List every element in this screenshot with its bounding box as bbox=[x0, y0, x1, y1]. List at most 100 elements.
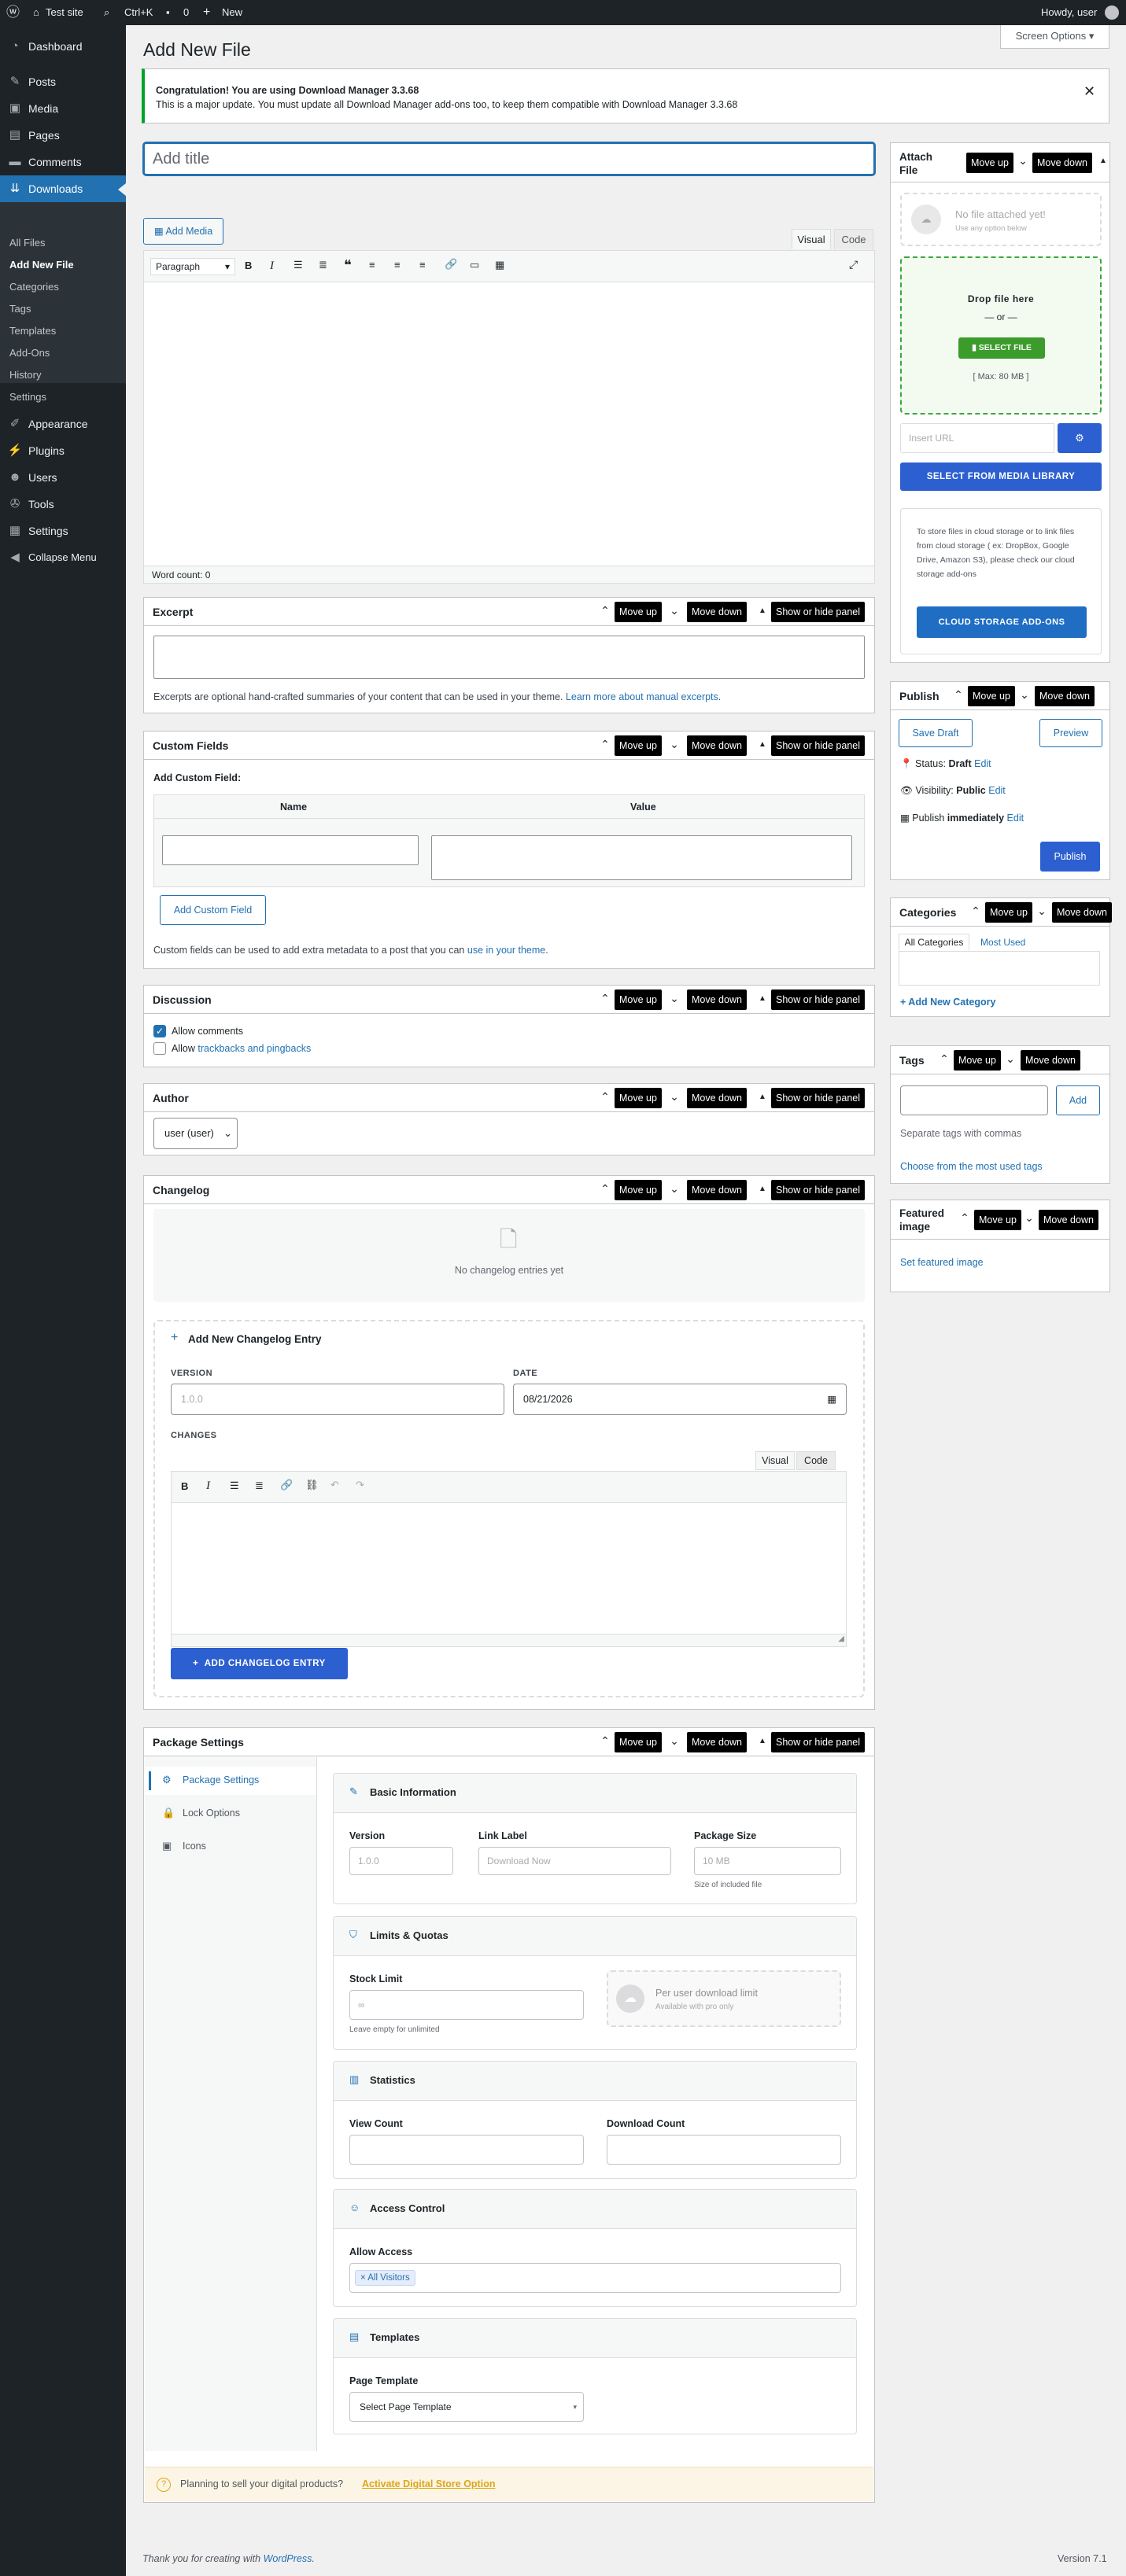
menu-settings[interactable]: ▦ Settings bbox=[0, 518, 126, 544]
edit-visibility-link[interactable]: Edit bbox=[988, 785, 1006, 796]
new-tag-input[interactable] bbox=[900, 1085, 1048, 1115]
allow-trackbacks-checkbox[interactable] bbox=[153, 1042, 166, 1055]
menu-tools[interactable]: ✇ Tools bbox=[0, 491, 126, 518]
chevron-up-icon[interactable]: ⌃ bbox=[958, 1211, 971, 1225]
calendar-icon[interactable]: ▦ bbox=[827, 1384, 836, 1414]
avatar[interactable] bbox=[1105, 6, 1119, 20]
submenu-categories[interactable]: Categories bbox=[9, 278, 59, 297]
access-tag[interactable]: × All Visitors bbox=[355, 2270, 415, 2286]
link-icon[interactable]: 🔗 bbox=[445, 258, 457, 271]
tab-most-used[interactable]: Most Used bbox=[980, 937, 1025, 948]
chevron-up-icon[interactable]: ⌃ bbox=[599, 1182, 611, 1196]
chevron-down-icon[interactable]: ⌄ bbox=[668, 1090, 681, 1104]
excerpt-textarea[interactable] bbox=[153, 636, 865, 679]
move-up-button[interactable]: Move up bbox=[954, 1050, 1001, 1071]
move-down-button[interactable]: Move down bbox=[1052, 902, 1112, 923]
package-version-input[interactable]: 1.0.0 bbox=[349, 1847, 453, 1875]
menu-comments[interactable]: ▬ Comments bbox=[0, 149, 126, 175]
nav-item-icons[interactable]: ▣ Icons bbox=[145, 1833, 316, 1861]
move-up-button[interactable]: Move up bbox=[985, 902, 1032, 923]
move-up-button[interactable]: Move up bbox=[615, 1732, 662, 1752]
custom-field-name-input[interactable] bbox=[162, 835, 419, 865]
chevron-down-icon[interactable]: ⌄ bbox=[668, 992, 681, 1005]
download-count-input[interactable] bbox=[607, 2135, 841, 2165]
caret-up-icon[interactable]: ▲ bbox=[1097, 157, 1109, 165]
toggle-panel-button[interactable]: Show or hide panel bbox=[771, 735, 866, 756]
format-select[interactable]: Paragraph ▾ bbox=[150, 258, 235, 275]
chevron-down-icon[interactable]: ⌄ bbox=[1023, 1211, 1036, 1225]
nav-item-package-settings[interactable]: ⚙ Package Settings bbox=[145, 1767, 316, 1795]
move-down-button[interactable]: Move down bbox=[687, 735, 747, 756]
changelog-date-input[interactable]: 08/21/2026 ▦ bbox=[513, 1384, 847, 1415]
bold-icon[interactable]: B bbox=[245, 260, 252, 271]
command-palette-shortcut[interactable]: Ctrl+K bbox=[124, 0, 153, 25]
comments-count[interactable]: 0 bbox=[183, 0, 189, 25]
bold-icon[interactable]: B bbox=[181, 1480, 188, 1492]
collapse-menu-button[interactable]: ◀ Collapse Menu bbox=[0, 544, 126, 571]
chevron-down-icon[interactable]: ⌄ bbox=[668, 738, 681, 751]
toggle-panel-button[interactable]: Show or hide panel bbox=[771, 1732, 866, 1752]
menu-dashboard[interactable]: ◔ Dashboard bbox=[0, 33, 126, 60]
howdy-user-link[interactable]: Howdy, user bbox=[1041, 0, 1097, 25]
close-icon[interactable]: × bbox=[360, 2273, 367, 2283]
move-up-button[interactable]: Move up bbox=[974, 1210, 1021, 1230]
choose-most-used-tags-link[interactable]: Choose from the most used tags bbox=[900, 1161, 1043, 1172]
tab-all-categories[interactable]: All Categories bbox=[899, 934, 969, 951]
menu-posts[interactable]: ✎ Posts bbox=[0, 68, 126, 95]
bulleted-list-icon[interactable]: ☰ bbox=[230, 1480, 239, 1492]
move-down-button[interactable]: Move down bbox=[1035, 686, 1095, 706]
move-down-button[interactable]: Move down bbox=[687, 1088, 747, 1108]
chevron-up-icon[interactable]: ⌃ bbox=[599, 1734, 611, 1748]
stock-limit-input[interactable]: ∞ bbox=[349, 1990, 584, 2020]
link-icon[interactable]: 🔗 bbox=[280, 1479, 293, 1491]
fullscreen-icon[interactable]: ⤢ bbox=[849, 258, 858, 271]
caret-up-icon[interactable]: ▲ bbox=[756, 606, 769, 615]
add-changelog-entry-button[interactable]: + ADD CHANGELOG ENTRY bbox=[171, 1648, 348, 1679]
custom-field-value-input[interactable] bbox=[431, 835, 852, 880]
submenu-all-files[interactable]: All Files bbox=[9, 234, 46, 252]
submenu-history[interactable]: History bbox=[9, 366, 41, 385]
wordpress-logo-icon[interactable]: ⓦ bbox=[6, 0, 20, 25]
edit-status-link[interactable]: Edit bbox=[974, 758, 991, 769]
add-tag-button[interactable]: Add bbox=[1056, 1085, 1100, 1115]
caret-up-icon[interactable]: ▲ bbox=[756, 740, 769, 749]
excerpt-link[interactable]: Learn more about manual excerpts bbox=[566, 691, 718, 702]
post-title-input[interactable]: Add title bbox=[143, 142, 875, 175]
chevron-down-icon[interactable]: ⌄ bbox=[1004, 1052, 1017, 1066]
allow-comments-checkbox[interactable]: ✓ bbox=[153, 1025, 166, 1037]
use-in-theme-link[interactable]: use in your theme bbox=[467, 945, 545, 956]
move-up-button[interactable]: Move up bbox=[615, 602, 662, 622]
chevron-up-icon[interactable]: ⌃ bbox=[969, 905, 982, 918]
preview-button[interactable]: Preview bbox=[1039, 719, 1102, 747]
changes-tab-code[interactable]: Code bbox=[796, 1451, 836, 1470]
move-up-button[interactable]: Move up bbox=[615, 1180, 662, 1200]
cloud-storage-addons-button[interactable]: CLOUD STORAGE ADD-ONS bbox=[917, 606, 1087, 638]
chevron-down-icon[interactable]: ⌄ bbox=[668, 1734, 681, 1748]
package-size-input[interactable]: 10 MB bbox=[694, 1847, 841, 1875]
publish-button[interactable]: Publish bbox=[1040, 842, 1100, 872]
caret-up-icon[interactable]: ▲ bbox=[756, 994, 769, 1003]
numbered-list-icon[interactable]: ≣ bbox=[255, 1480, 264, 1492]
submenu-tags[interactable]: Tags bbox=[9, 300, 31, 319]
redo-icon[interactable]: ↷ bbox=[356, 1479, 364, 1491]
caret-up-icon[interactable]: ▲ bbox=[756, 1093, 769, 1101]
wordpress-link[interactable]: WordPress bbox=[264, 2553, 312, 2564]
submenu-add-ons[interactable]: Add-Ons bbox=[9, 344, 50, 363]
caret-up-icon[interactable]: ▲ bbox=[756, 1185, 769, 1193]
set-featured-image-link[interactable]: Set featured image bbox=[900, 1257, 984, 1268]
menu-downloads[interactable]: ⇊ Downloads bbox=[0, 175, 126, 202]
changelog-version-input[interactable]: 1.0.0 bbox=[171, 1384, 504, 1415]
read-more-icon[interactable]: ▭ bbox=[470, 259, 479, 271]
add-new-category-link[interactable]: + Add New Category bbox=[900, 997, 995, 1008]
activate-store-link[interactable]: Activate Digital Store Option bbox=[362, 2478, 495, 2489]
toggle-panel-button[interactable]: Show or hide panel bbox=[771, 1088, 866, 1108]
submenu-templates[interactable]: Templates bbox=[9, 322, 56, 341]
close-icon[interactable]: ✕ bbox=[1084, 83, 1095, 100]
unlink-icon[interactable]: ⛓ bbox=[305, 1479, 319, 1491]
align-center-icon[interactable]: ≡ bbox=[394, 259, 401, 271]
chevron-up-icon[interactable]: ⌃ bbox=[599, 604, 611, 617]
italic-icon[interactable]: I bbox=[270, 260, 274, 273]
toggle-panel-button[interactable]: Show or hide panel bbox=[771, 989, 866, 1010]
move-down-button[interactable]: Move down bbox=[687, 989, 747, 1010]
tab-code[interactable]: Code bbox=[834, 229, 873, 249]
